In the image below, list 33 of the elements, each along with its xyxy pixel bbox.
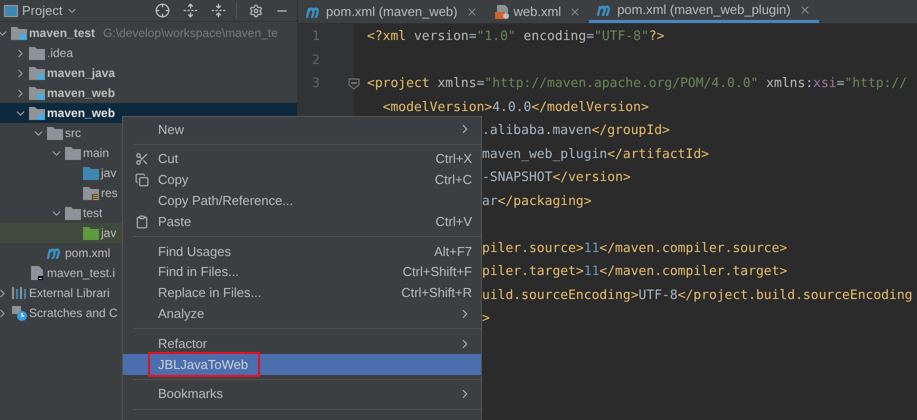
tree-item-label: maven_web xyxy=(47,85,116,102)
tree-item-label: res xyxy=(101,185,118,202)
tree-item-label: maven_web xyxy=(47,105,116,122)
tree-item-label: main xyxy=(83,145,110,162)
shortcut-label: Ctrl+Shift+F xyxy=(402,263,472,282)
code-line: <?xml version="1.0" encoding="UTF-8"?> xyxy=(367,28,664,46)
code-line: <modelVersion>4.0.0</modelVersion> xyxy=(382,98,649,116)
code-line: ar</packaging> xyxy=(482,192,592,210)
tree-item-label: maven_test xyxy=(29,25,96,42)
tree-item-label: maven_test.i xyxy=(47,265,116,282)
tree-item-label: jav xyxy=(101,165,116,182)
tree-item-label: .idea xyxy=(47,45,74,62)
shortcut-label: Ctrl+Shift+R xyxy=(401,284,472,302)
tree-item-label: pom.xml xyxy=(65,245,110,262)
code-line: piler.source>11</maven.compiler.source> xyxy=(482,240,788,258)
tree-item-label: maven_java xyxy=(47,65,116,82)
shortcut-label: Ctrl+V xyxy=(436,212,472,231)
tree-item-label: External Librari xyxy=(29,285,110,302)
code-line: piler.target>11</maven.compiler.target> xyxy=(482,263,788,281)
code-line: .alibaba.maven</groupId> xyxy=(482,122,670,140)
code-line: uild.sourceEncoding>UTF-8</project.build.sourceEncoding xyxy=(482,286,912,304)
tree-item-label: Scratches and C xyxy=(29,305,118,322)
tree-item-label: jav xyxy=(101,225,116,242)
shortcut-label: Alt+F7 xyxy=(434,242,472,261)
shortcut-label: Ctrl+C xyxy=(434,171,472,190)
code-line: > xyxy=(482,310,490,328)
code-line: maven_web_plugin</artifactId> xyxy=(482,146,709,164)
module-path: G:\develop\workspace\maven_te xyxy=(103,25,278,42)
code-line: -SNAPSHOT</version> xyxy=(482,169,631,187)
shortcut-label: Ctrl+X xyxy=(436,150,472,168)
tree-item-label: src xyxy=(65,125,81,142)
code-line: <project xmlns="http://maven.apache.org/POM/4.0.0" xmlns:xsi="http:// xyxy=(367,75,908,93)
tree-item-label: test xyxy=(83,205,102,222)
